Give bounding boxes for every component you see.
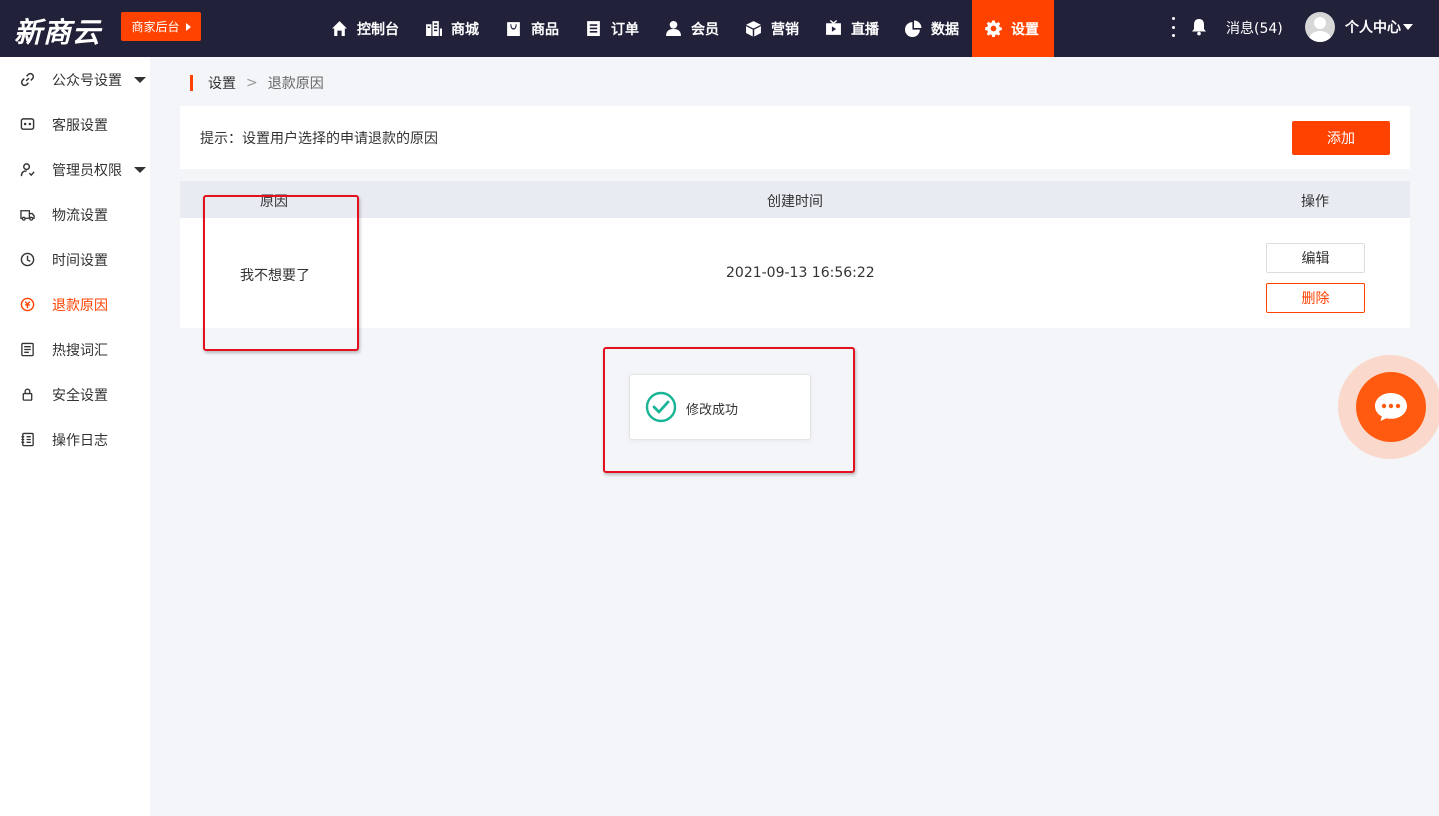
- nav-label: 营销: [771, 21, 799, 38]
- nav-members[interactable]: 会员: [652, 0, 732, 57]
- logo: 新商云: [14, 16, 102, 49]
- caret-down-icon: [134, 77, 146, 83]
- triangle-right-icon: [185, 22, 191, 31]
- caret-down-icon: [134, 167, 146, 173]
- sidebar-item-label: 公众号设置: [52, 72, 122, 89]
- add-button[interactable]: 添加: [1292, 121, 1390, 155]
- personal-center-menu[interactable]: 个人中心: [1345, 17, 1413, 37]
- refund-icon: [20, 297, 35, 312]
- gear-icon: [985, 20, 1002, 37]
- nav-label: 控制台: [357, 21, 399, 38]
- avatar[interactable]: [1305, 12, 1335, 42]
- hint-panel: 提示：设置用户选择的申请退款的原因 添加: [180, 106, 1410, 169]
- sidebar-item-label: 退款原因: [52, 297, 108, 314]
- sidebar-item-customer-service[interactable]: 客服设置: [0, 102, 150, 147]
- hint-text: 提示：设置用户选择的申请退款的原因: [200, 131, 438, 147]
- sidebar-item-refund-reasons[interactable]: 退款原因: [0, 282, 150, 327]
- main-nav: 控制台 商城 商品 订单 会员 营销 直播 数据 设置: [318, 0, 1054, 57]
- annotation-box-reason: [203, 195, 359, 351]
- column-header-created-time: 创建时间: [767, 194, 823, 210]
- nav-settings[interactable]: 设置: [972, 0, 1054, 57]
- bell-icon[interactable]: [1191, 18, 1207, 36]
- merchant-backend-button[interactable]: 商家后台: [121, 12, 201, 41]
- cube-icon: [746, 21, 761, 37]
- refund-reason-table: 原因 创建时间 操作 我不想要了 2021-09-13 16:56:22 编辑 …: [180, 181, 1410, 328]
- chat-button[interactable]: [1356, 372, 1426, 442]
- document-icon: [21, 342, 34, 357]
- nav-label: 订单: [611, 21, 639, 38]
- sidebar: 公众号设置 客服设置 管理员权限 物流设置 时间设置 退款原因 热搜词汇 安全设…: [0, 57, 150, 816]
- caret-down-icon: [1403, 24, 1413, 30]
- nav-dashboard[interactable]: 控制台: [318, 0, 412, 57]
- admin-icon: [20, 163, 35, 177]
- column-header-actions: 操作: [1301, 194, 1329, 210]
- breadcrumb-current: 退款原因: [267, 76, 324, 92]
- sidebar-item-label: 客服设置: [52, 117, 108, 134]
- delete-button[interactable]: 删除: [1266, 283, 1365, 313]
- home-icon: [332, 21, 347, 36]
- clock-icon: [20, 252, 35, 267]
- sidebar-item-label: 安全设置: [52, 387, 108, 404]
- edit-button[interactable]: 编辑: [1266, 243, 1365, 273]
- nav-marketing[interactable]: 营销: [732, 0, 812, 57]
- sidebar-item-time[interactable]: 时间设置: [0, 237, 150, 282]
- sidebar-item-label: 物流设置: [52, 207, 108, 224]
- truck-icon: [20, 210, 35, 221]
- sidebar-item-logistics[interactable]: 物流设置: [0, 192, 150, 237]
- messages-link[interactable]: 消息(54): [1226, 18, 1283, 38]
- lock-icon: [22, 388, 33, 401]
- breadcrumb: 设置 > 退款原因: [190, 74, 324, 92]
- nav-label: 商品: [531, 21, 559, 38]
- sidebar-item-admin-permissions[interactable]: 管理员权限: [0, 147, 150, 192]
- annotation-box-toast: [603, 347, 855, 473]
- sidebar-item-label: 时间设置: [52, 252, 108, 269]
- chat-icon: [20, 118, 35, 130]
- sidebar-item-operation-log[interactable]: 操作日志: [0, 417, 150, 462]
- nav-mall[interactable]: 商城: [412, 0, 492, 57]
- breadcrumb-marker: [190, 75, 193, 91]
- breadcrumb-separator: >: [246, 75, 258, 91]
- nav-label: 直播: [851, 21, 879, 38]
- nav-label: 设置: [1011, 21, 1039, 38]
- chat-bubble-icon: [1375, 393, 1407, 421]
- sidebar-item-hot-search[interactable]: 热搜词汇: [0, 327, 150, 372]
- nav-label: 会员: [691, 21, 719, 38]
- top-bar: 新商云 商家后台 控制台 商城 商品 订单 会员 营销 直播 数据 设置 消息(…: [0, 0, 1439, 57]
- tv-icon: [826, 20, 841, 35]
- building-icon: [426, 21, 442, 36]
- sidebar-item-label: 管理员权限: [52, 162, 122, 179]
- log-icon: [21, 432, 34, 447]
- sidebar-item-label: 热搜词汇: [52, 342, 108, 359]
- list-icon: [587, 21, 600, 36]
- nav-live[interactable]: 直播: [812, 0, 892, 57]
- nav-products[interactable]: 商品: [492, 0, 572, 57]
- link-icon: [20, 72, 35, 87]
- bag-icon: [507, 22, 520, 36]
- more-vertical-icon[interactable]: [1170, 17, 1176, 37]
- nav-label: 商城: [451, 21, 479, 38]
- table-header: 原因 创建时间 操作: [180, 181, 1410, 218]
- sidebar-item-security[interactable]: 安全设置: [0, 372, 150, 417]
- nav-data[interactable]: 数据: [892, 0, 972, 57]
- breadcrumb-parent[interactable]: 设置: [208, 73, 236, 93]
- nav-label: 数据: [931, 21, 959, 38]
- merchant-backend-label: 商家后台: [131, 20, 180, 34]
- cell-created-time: 2021-09-13 16:56:22: [726, 265, 875, 281]
- user-icon: [666, 20, 681, 36]
- personal-center-label: 个人中心: [1345, 20, 1401, 36]
- nav-orders[interactable]: 订单: [572, 0, 652, 57]
- sidebar-item-official-account[interactable]: 公众号设置: [0, 57, 150, 102]
- sidebar-item-label: 操作日志: [52, 432, 108, 449]
- pie-chart-icon: [905, 20, 922, 37]
